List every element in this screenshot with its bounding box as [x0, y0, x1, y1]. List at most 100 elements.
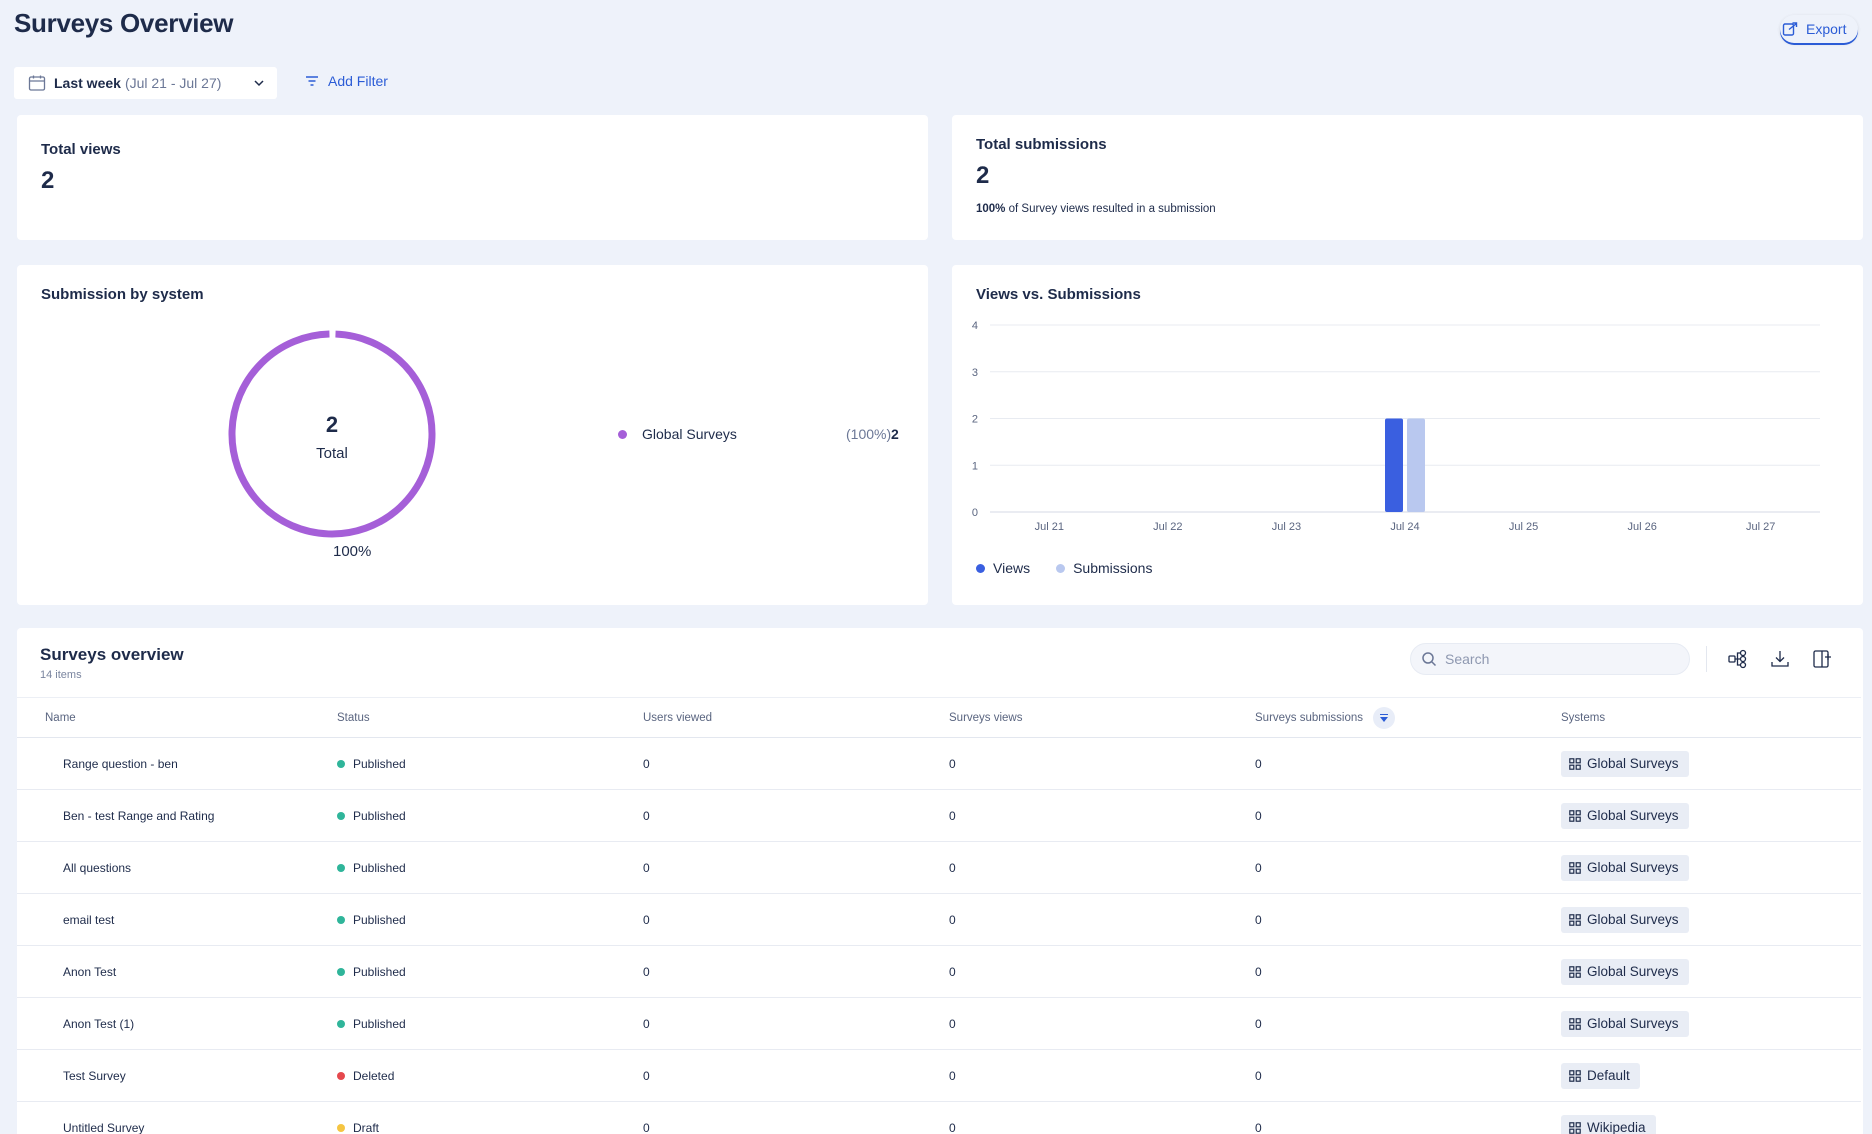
survey-name-cell[interactable]: email test — [17, 893, 309, 946]
systems-cell: Wikipedia — [1533, 1101, 1861, 1134]
y-tick-label: 2 — [972, 414, 978, 426]
systems-cell: Global Surveys — [1533, 789, 1861, 842]
chart-legend: Views Submissions — [976, 560, 1152, 576]
table-row[interactable]: Ben - test Range and Rating Published 0 0 0 G… — [17, 789, 1861, 842]
donut-total-value: 2 — [325, 412, 339, 437]
users-viewed-cell: 0 — [615, 997, 921, 1050]
survey-name: Untitled Survey — [63, 1120, 145, 1134]
hierarchy-icon[interactable] — [1727, 648, 1749, 670]
sort-descending-icon[interactable] — [1373, 706, 1396, 729]
add-filter-label: Add Filter — [328, 73, 388, 89]
users-viewed-cell: 0 — [615, 1101, 921, 1134]
status-dot — [337, 915, 345, 924]
add-column-icon[interactable] — [1811, 648, 1833, 670]
table-header-row: Name Status Users viewed Surveys views S… — [17, 697, 1861, 738]
y-tick-label: 0 — [972, 507, 978, 519]
systems-cell: Default — [1533, 1049, 1861, 1102]
download-icon[interactable] — [1769, 648, 1791, 670]
system-chip[interactable]: Global Surveys — [1561, 854, 1689, 881]
grid-icon — [1569, 1017, 1581, 1030]
system-chip[interactable]: Default — [1561, 1062, 1640, 1089]
x-tick-label: Jul 27 — [1746, 521, 1775, 533]
status-dot — [337, 811, 345, 820]
table-row[interactable]: Range question - ben Published 0 0 0 Global S… — [17, 737, 1861, 790]
system-label: Global Surveys — [1587, 860, 1679, 875]
column-header-name[interactable]: Name — [17, 697, 309, 738]
status-badge: Published — [337, 809, 406, 823]
survey-name: Anon Test (1) — [63, 1016, 135, 1031]
search-input[interactable]: Search — [1410, 643, 1690, 675]
survey-name-cell[interactable]: Ben - test Range and Rating — [17, 789, 309, 842]
system-chip[interactable]: Global Surveys — [1561, 802, 1689, 829]
column-header-users-viewed[interactable]: Users viewed — [615, 697, 921, 738]
surveys-table: Name Status Users viewed Surveys views S… — [17, 697, 1861, 1134]
legend-label-views: Views — [993, 560, 1031, 576]
export-label: Export — [1806, 21, 1847, 37]
y-tick-label: 1 — [972, 460, 978, 472]
submission-by-system-card: Submission by system 2 Total 100% Global… — [17, 265, 928, 605]
column-header-surveys-views[interactable]: Surveys views — [921, 697, 1227, 738]
page-title: Surveys Overview — [14, 8, 234, 38]
x-tick-label: Jul 21 — [1035, 521, 1064, 533]
surveys-submissions-cell: 0 — [1227, 893, 1533, 946]
date-range-label: Last week — [54, 75, 121, 91]
status-dot — [337, 759, 345, 768]
table-row[interactable]: All questions Published 0 0 0 Global Surveys — [17, 841, 1861, 894]
column-header-status[interactable]: Status — [309, 697, 615, 738]
toolbar-divider — [1706, 646, 1707, 672]
x-tick-label: Jul 22 — [1153, 521, 1182, 533]
status-cell: Draft — [309, 1101, 615, 1134]
chevron-down-icon — [254, 80, 264, 87]
survey-name-cell[interactable]: Range question - ben — [17, 737, 309, 790]
system-chip[interactable]: Global Surveys — [1561, 1010, 1689, 1037]
bar-views — [1385, 418, 1403, 512]
x-tick-label: Jul 25 — [1509, 521, 1538, 533]
x-tick-label: Jul 26 — [1627, 521, 1656, 533]
status-cell: Deleted — [309, 1049, 615, 1102]
status-badge: Published — [337, 1017, 406, 1031]
system-label: Global Surveys — [1587, 912, 1679, 927]
views-vs-submissions-card: Views vs. Submissions 0 1 2 3 4 Jul 21 Jul 22 J… — [952, 265, 1863, 605]
survey-name-cell[interactable]: Untitled Survey — [17, 1101, 309, 1134]
survey-name-cell[interactable]: Test Survey — [17, 1049, 309, 1102]
surveys-submissions-cell: 0 — [1227, 1049, 1533, 1102]
date-range-dropdown[interactable]: Last week (Jul 21 - Jul 27) — [14, 67, 277, 99]
system-label: Global Surveys — [1587, 808, 1679, 823]
table-row[interactable]: Test Survey Deleted 0 0 0 Default — [17, 1049, 1861, 1102]
status-label: Published — [353, 860, 406, 875]
surveys-submissions-cell: 0 — [1227, 945, 1533, 998]
surveys-submissions-cell: 0 — [1227, 737, 1533, 790]
system-chip[interactable]: Global Surveys — [1561, 958, 1689, 985]
total-views-title: Total views — [41, 141, 121, 158]
surveys-submissions-cell: 0 — [1227, 997, 1533, 1050]
grid-icon — [1569, 1121, 1581, 1134]
users-viewed-cell: 0 — [615, 737, 921, 790]
legend-dot — [618, 429, 627, 439]
date-range-value: (Jul 21 - Jul 27) — [124, 75, 222, 91]
survey-name-cell[interactable]: All questions — [17, 841, 309, 894]
status-cell: Published — [309, 945, 615, 998]
survey-name-cell[interactable]: Anon Test — [17, 945, 309, 998]
column-header-surveys-submissions[interactable]: Surveys submissions — [1227, 697, 1533, 738]
donut-total-label: Total — [316, 445, 348, 462]
export-button[interactable]: Export — [1780, 15, 1858, 43]
systems-cell: Global Surveys — [1533, 841, 1861, 894]
table-row[interactable]: Untitled Survey Draft 0 0 0 Wikipedia — [17, 1101, 1861, 1134]
system-chip[interactable]: Wikipedia — [1561, 1114, 1656, 1134]
status-badge: Deleted — [337, 1069, 394, 1083]
users-viewed-cell: 0 — [615, 789, 921, 842]
table-row[interactable]: email test Published 0 0 0 Global Surveys — [17, 893, 1861, 946]
add-filter-button[interactable]: Add Filter — [304, 73, 388, 89]
table-row[interactable]: Anon Test Published 0 0 0 Global Surveys — [17, 945, 1861, 998]
total-views-card: Total views 2 — [17, 115, 928, 240]
surveys-views-cell: 0 — [921, 997, 1227, 1050]
table-row[interactable]: Anon Test (1) Published 0 0 0 Global Surveys — [17, 997, 1861, 1050]
column-header-systems[interactable]: Systems — [1533, 697, 1861, 738]
system-chip[interactable]: Global Surveys — [1561, 906, 1689, 933]
status-badge: Published — [337, 965, 406, 979]
x-tick-label: Jul 24 — [1390, 521, 1419, 533]
system-chip[interactable]: Global Surveys — [1561, 750, 1689, 777]
survey-name-cell[interactable]: Anon Test (1) — [17, 997, 309, 1050]
items-count: 14 items — [40, 669, 82, 681]
calendar-icon — [28, 75, 46, 91]
